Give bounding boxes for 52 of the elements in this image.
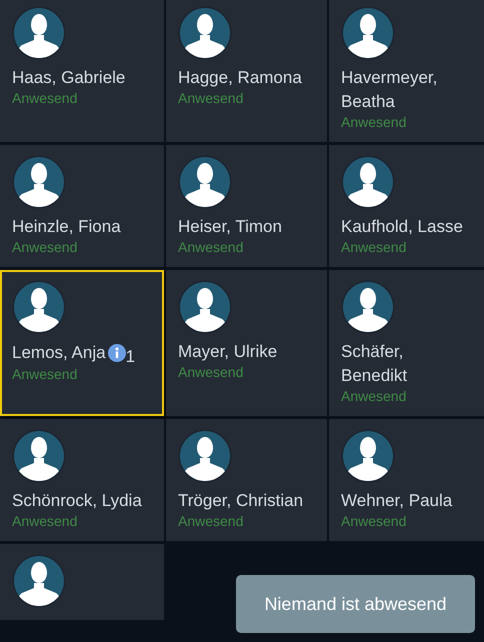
person-name: Kaufhold, Lasse: [341, 216, 463, 238]
status-label: Anwesend: [341, 513, 408, 529]
status-label: Anwesend: [341, 114, 408, 130]
avatar-icon: [12, 280, 66, 334]
avatar-icon: [178, 280, 232, 334]
status-label: Anwesend: [178, 364, 244, 380]
avatar-icon: [178, 429, 232, 483]
person-card[interactable]: Havermeyer, Beatha Anwesend: [329, 0, 484, 142]
person-card[interactable]: Haas, Gabriele Anwesend: [0, 0, 164, 142]
person-name: Heiser, Timon: [178, 216, 282, 238]
person-card[interactable]: Schönrock, Lydia Anwesend: [0, 419, 164, 541]
info-icon: [108, 344, 126, 362]
person-name: Mayer, Ulrike: [178, 341, 278, 363]
person-name: Havermeyer, Beatha: [341, 67, 438, 113]
person-name: Schäfer, Benedikt: [341, 341, 408, 387]
avatar-icon: [12, 155, 66, 209]
avatar-icon: [341, 6, 395, 60]
person-card[interactable]: Wehner, Paula Anwesend: [329, 419, 484, 541]
status-label: Anwesend: [12, 366, 78, 382]
person-card[interactable]: Mayer, Ulrike Anwesend: [166, 270, 327, 416]
person-name: Hagge, Ramona: [178, 67, 302, 89]
person-card[interactable]: Heinzle, Fiona Anwesend: [0, 145, 164, 267]
avatar-icon: [12, 429, 66, 483]
person-name: Wehner, Paula: [341, 490, 452, 512]
status-label: Anwesend: [12, 513, 78, 529]
avatar-icon: [341, 280, 395, 334]
person-name: Haas, Gabriele: [12, 67, 126, 89]
avatar-icon: [178, 155, 232, 209]
person-name: Lemos, Anja: [12, 342, 106, 364]
avatar-icon: [341, 429, 395, 483]
status-label: Anwesend: [12, 90, 78, 106]
avatar-icon: [178, 6, 232, 60]
avatar-icon: [12, 6, 66, 60]
status-label: Anwesend: [341, 388, 408, 404]
status-label: Anwesend: [178, 90, 244, 106]
status-label: Anwesend: [178, 239, 244, 255]
person-card[interactable]: Schäfer, Benedikt Anwesend: [329, 270, 484, 416]
person-card[interactable]: Lemos, Anja 1 Anwesend: [0, 270, 164, 416]
person-card[interactable]: Kaufhold, Lasse Anwesend: [329, 145, 484, 267]
person-card[interactable]: Hagge, Ramona Anwesend: [166, 0, 327, 142]
info-count: 1: [126, 348, 136, 366]
person-card[interactable]: Heiser, Timon Anwesend: [166, 145, 327, 267]
status-label: Anwesend: [341, 239, 408, 255]
person-card[interactable]: [0, 544, 164, 620]
avatar-icon: [12, 554, 66, 608]
person-name: Tröger, Christian: [178, 490, 304, 512]
status-label: Anwesend: [12, 239, 78, 255]
person-name: Schönrock, Lydia: [12, 490, 142, 512]
person-card[interactable]: Tröger, Christian Anwesend: [166, 419, 327, 541]
status-label: Anwesend: [178, 513, 244, 529]
person-name: Heinzle, Fiona: [12, 216, 121, 238]
avatar-icon: [341, 155, 395, 209]
